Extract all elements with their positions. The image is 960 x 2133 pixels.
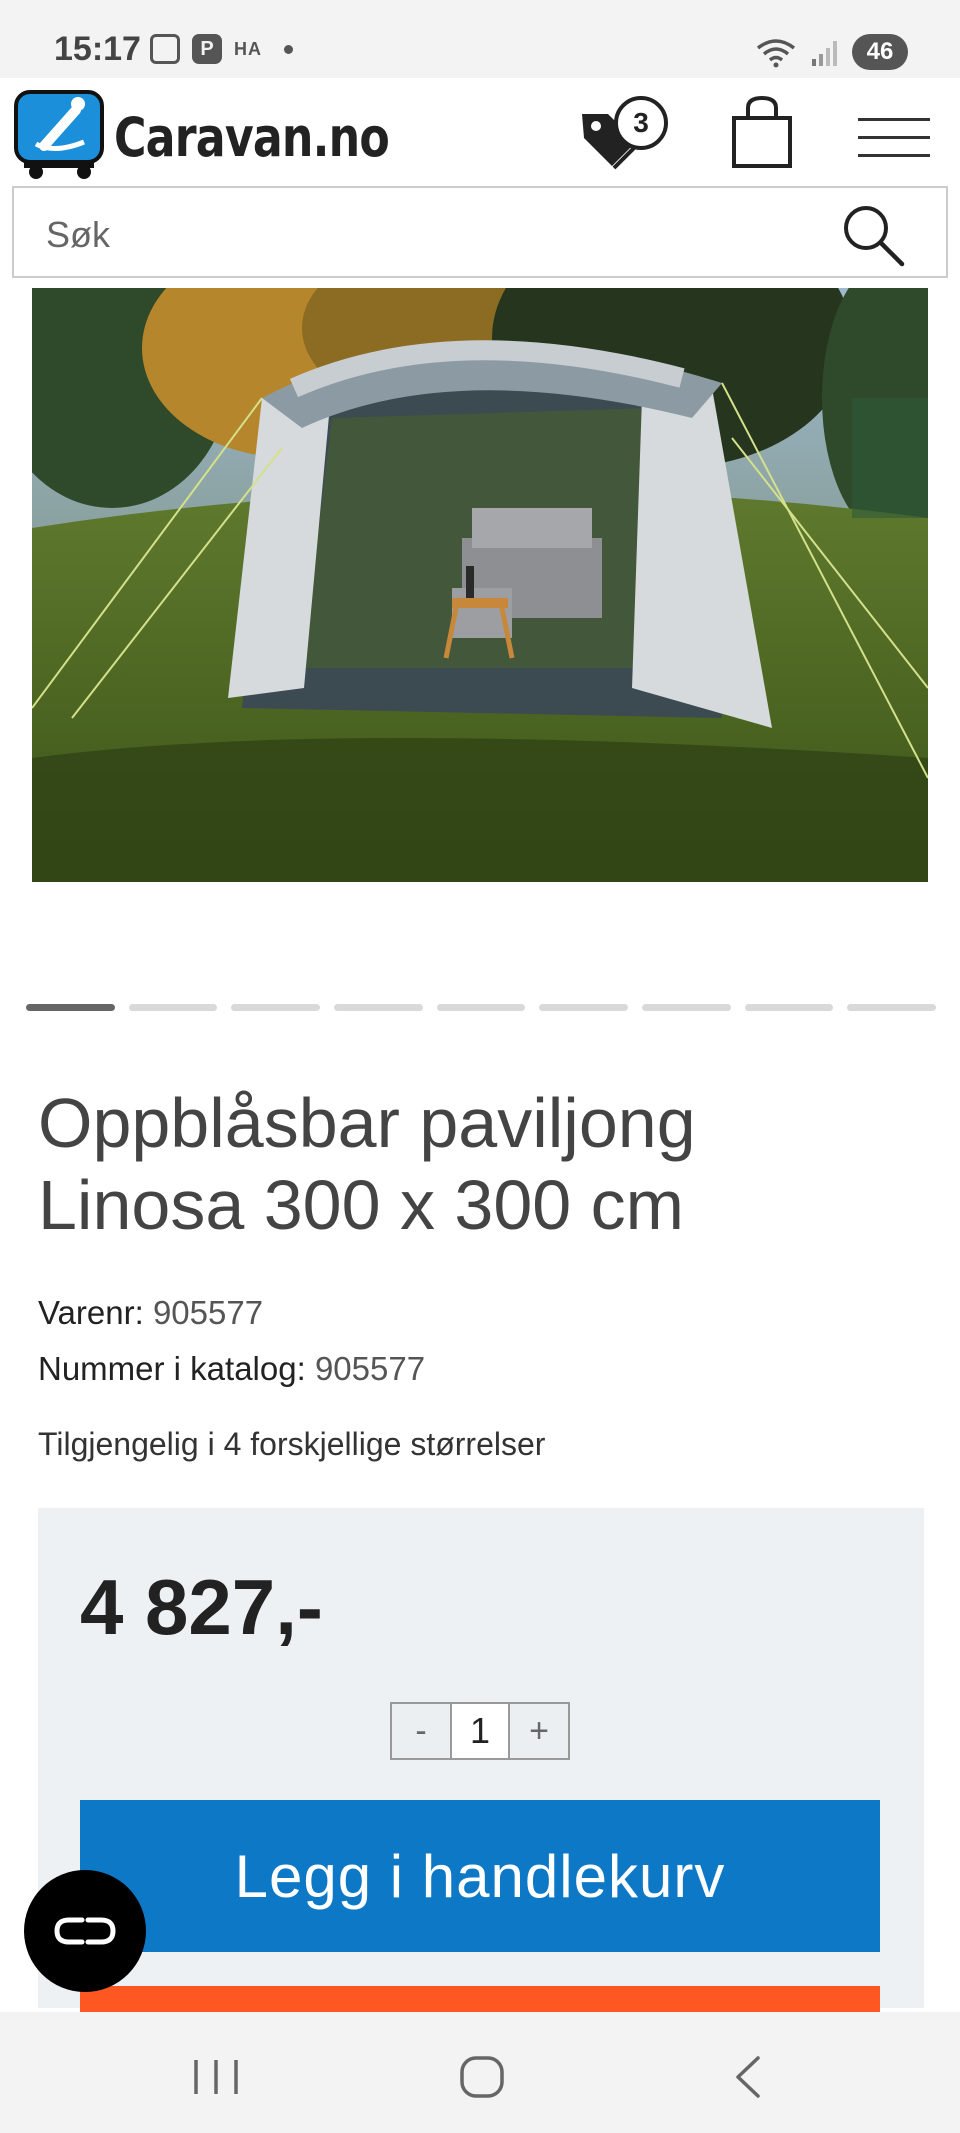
catalog-number-row: Nummer i katalog: 905577 — [38, 1350, 425, 1388]
catalog-value: 905577 — [314, 1350, 426, 1387]
availability-text: Tilgjengelig i 4 forskjellige størrelser — [38, 1426, 546, 1462]
quantity-value[interactable]: 1 — [450, 1704, 510, 1758]
home-icon[interactable] — [452, 2052, 512, 2102]
screenshot-icon — [150, 34, 180, 64]
product-photo-tent — [32, 288, 928, 882]
android-nav-bar — [0, 2012, 960, 2133]
price: 4 827,- — [80, 1563, 323, 1651]
wifi-icon — [756, 39, 796, 68]
back-icon[interactable] — [720, 2052, 780, 2102]
varenr-value: 905577 — [152, 1294, 264, 1331]
recents-icon[interactable] — [186, 2052, 246, 2102]
carousel-dot[interactable] — [231, 1004, 321, 1011]
quantity-increase-button[interactable]: + — [510, 1704, 568, 1758]
add-to-cart-button[interactable]: Legg i handlekurv — [80, 1800, 880, 1952]
carousel-dot[interactable] — [436, 1004, 526, 1011]
carousel-dot[interactable] — [642, 1004, 731, 1011]
status-notification-icons: P HA — [150, 34, 293, 64]
quantity-stepper: - 1 + — [390, 1702, 570, 1760]
logo-icon — [14, 90, 104, 179]
carousel-dot[interactable] — [26, 1004, 115, 1011]
notification-dot-icon — [284, 44, 293, 54]
status-time: 15:17 — [54, 30, 141, 68]
purchase-box: 4 827,- - 1 + Legg i handlekurv — [38, 1508, 924, 2026]
quantity-decrease-button[interactable]: - — [392, 1704, 450, 1758]
hamburger-menu-icon — [858, 118, 930, 121]
status-system-icons: 46 — [754, 34, 908, 70]
carousel-dot[interactable] — [744, 1004, 834, 1011]
shopping-bag-icon — [732, 95, 792, 168]
link-icon — [54, 1917, 116, 1945]
tag-button[interactable]: 3 — [578, 96, 678, 176]
carousel-dot[interactable] — [539, 1004, 629, 1011]
tag-count-badge: 3 — [614, 96, 668, 150]
product-title: Oppblåsbar paviljong Linosa 300 x 300 cm — [38, 1084, 696, 1244]
hamburger-menu-button[interactable] — [858, 118, 930, 168]
logo-text: Caravan.no — [114, 106, 390, 169]
site-header: Caravan.no 3 — [0, 78, 960, 184]
signal-icon — [812, 41, 837, 66]
varenr-label: Varenr: — [38, 1294, 144, 1331]
catalog-label: Nummer i katalog: — [38, 1350, 306, 1387]
status-bar: 15:17 P HA 46 — [0, 0, 960, 78]
image-carousel-indicators — [26, 1004, 937, 1012]
parking-app-icon: P — [192, 34, 222, 64]
carousel-dot[interactable] — [128, 1004, 218, 1011]
product-image[interactable] — [32, 288, 928, 882]
search-bar — [12, 186, 948, 278]
carousel-dot[interactable] — [334, 1004, 423, 1011]
cart-button[interactable] — [730, 94, 794, 170]
carousel-dot[interactable] — [847, 1004, 937, 1011]
battery-indicator: 46 — [852, 34, 908, 70]
site-logo[interactable]: Caravan.no — [14, 88, 390, 180]
search-input[interactable] — [44, 208, 804, 262]
hamburger-menu-line — [858, 154, 930, 157]
floating-link-button[interactable] — [24, 1870, 146, 1992]
search-icon[interactable] — [840, 202, 906, 268]
varenr-row: Varenr: 905577 — [38, 1294, 263, 1332]
hamburger-menu-line — [858, 136, 930, 139]
status-indicator-text: HA — [234, 38, 262, 59]
